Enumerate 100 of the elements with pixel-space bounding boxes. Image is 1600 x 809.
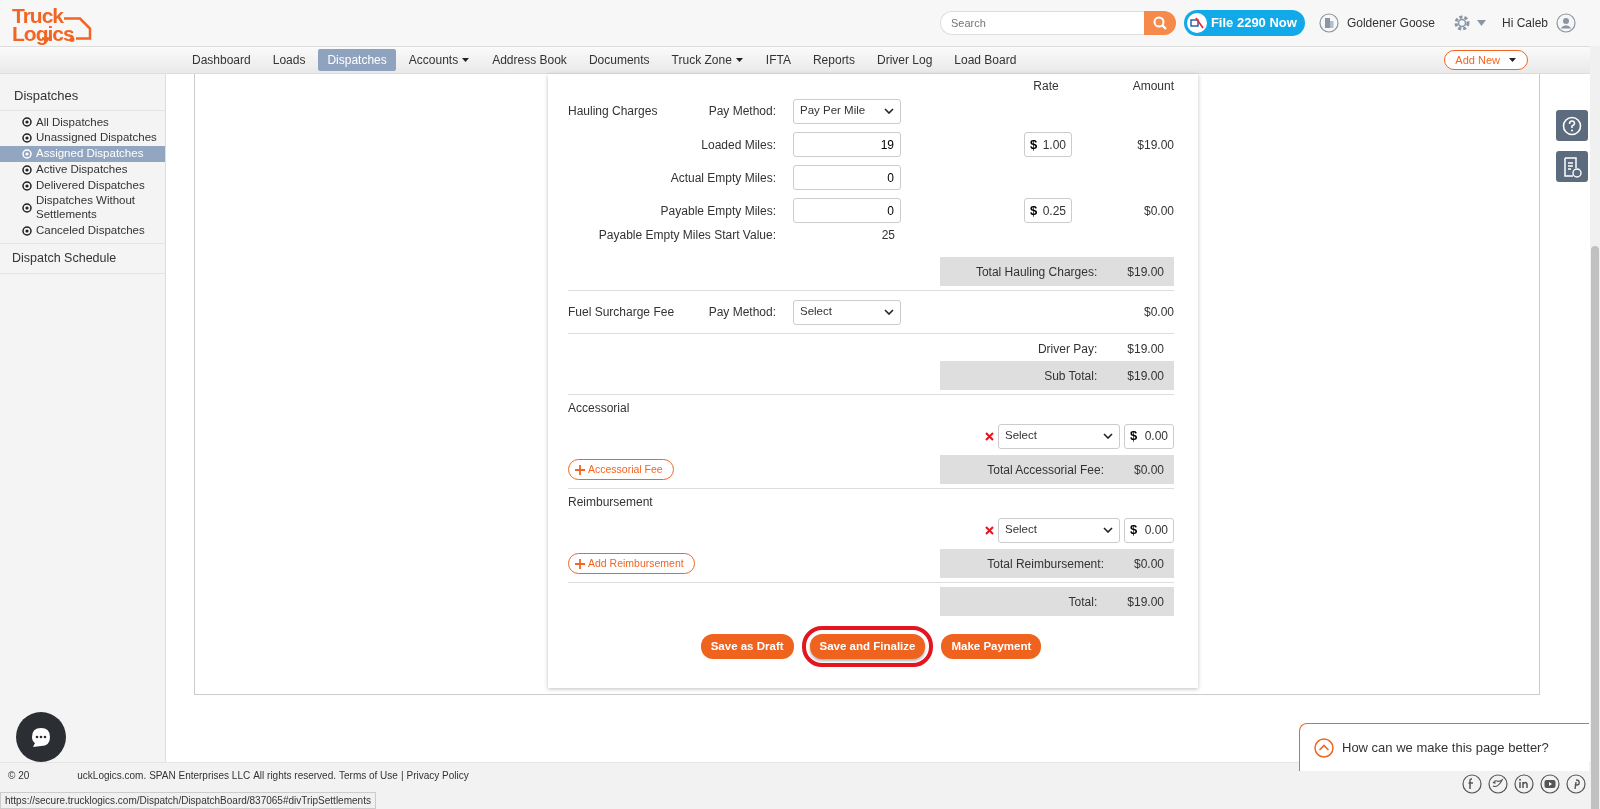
privacy-link[interactable]: Privacy Policy xyxy=(406,768,469,783)
amount-text: $19.00 xyxy=(1136,136,1174,154)
sidebar-item[interactable]: Dispatches Without Settlements xyxy=(0,193,165,224)
nav-tab[interactable]: Loads xyxy=(263,49,315,71)
select-field[interactable]: Pay Per Mile xyxy=(793,98,901,124)
sidebar-item[interactable]: Active Dispatches xyxy=(0,161,165,178)
greeting: Hi Caleb xyxy=(1501,15,1548,32)
radio-icon xyxy=(22,180,32,191)
total-label: Total Hauling Charges: xyxy=(974,263,1099,281)
amount-text: $0.00 xyxy=(1142,304,1174,321)
section-label: Accessorial xyxy=(568,400,630,417)
copyright-text: All rights reserved. xyxy=(253,769,336,783)
social-icon[interactable] xyxy=(1566,774,1586,794)
caret-icon xyxy=(1508,57,1517,63)
user-avatar-icon[interactable] xyxy=(1556,13,1576,33)
total-label: Total Reimbursement: xyxy=(986,555,1105,573)
nav-tab[interactable]: Address Book xyxy=(483,49,576,71)
input-field[interactable]: 0 xyxy=(793,198,901,223)
document-clock-icon xyxy=(1562,155,1582,178)
field-label: Actual Empty Miles: xyxy=(669,169,776,187)
nav-tab[interactable]: Load Board xyxy=(945,49,1026,71)
total-amount: $19.00 xyxy=(1127,367,1164,385)
field-label: Payable Empty Miles: xyxy=(659,202,776,220)
nav-tab[interactable]: IFTA xyxy=(756,49,800,71)
company-name: Goldener Goose xyxy=(1346,15,1435,32)
search-button[interactable] xyxy=(1143,11,1176,35)
nav-tab[interactable]: Truck Zone xyxy=(662,49,753,71)
radio-icon xyxy=(22,149,32,159)
total-label: Sub Total: xyxy=(1043,367,1099,385)
company-link[interactable]: SPAN Enterprises LLC xyxy=(149,768,251,783)
sidebar-item[interactable]: Unassigned Dispatches xyxy=(0,130,165,147)
social-icon[interactable] xyxy=(1462,774,1482,794)
field-label: Payable Empty Miles Start Value: xyxy=(597,227,776,244)
scrollbar-thumb[interactable] xyxy=(1591,246,1599,809)
chevron-icon xyxy=(1103,433,1113,439)
help-icon xyxy=(1562,115,1582,136)
notes-button[interactable] xyxy=(1556,151,1588,182)
total-label: Total Accessorial Fee: xyxy=(986,461,1105,479)
total-amount: $19.00 xyxy=(1127,341,1165,358)
total-amount: $0.00 xyxy=(1133,461,1164,479)
search-icon xyxy=(1152,16,1167,30)
chevron-up-icon[interactable] xyxy=(1314,737,1334,758)
nav-tab[interactable]: Accounts xyxy=(399,49,480,71)
total-label: Total: xyxy=(1067,593,1099,611)
radio-icon xyxy=(22,164,32,175)
select-field[interactable]: Select xyxy=(998,517,1120,543)
chevron-icon xyxy=(884,309,894,315)
field-label: Pay Method: xyxy=(707,304,776,321)
sidebar-item[interactable]: Delivered Dispatches xyxy=(0,177,165,194)
nav-tab[interactable]: Documents xyxy=(579,49,659,71)
sidebar-heading: Dispatches xyxy=(0,74,165,111)
section-label: Hauling Charges xyxy=(568,103,659,120)
rate-field[interactable]: $ 0.00 xyxy=(1124,423,1174,449)
chevron-icon xyxy=(1103,527,1113,533)
social-icon[interactable] xyxy=(1514,774,1534,794)
chevron-icon xyxy=(884,108,894,114)
terms-link[interactable]: Terms of Use xyxy=(339,768,398,783)
amount-text: $0.00 xyxy=(1142,202,1174,220)
plus-icon xyxy=(575,464,585,475)
input-field[interactable]: 0 xyxy=(793,165,901,190)
caret-icon xyxy=(1476,20,1486,26)
field-label: Loaded Miles: xyxy=(700,136,776,154)
total-amount: $19.00 xyxy=(1127,593,1164,611)
feedback-text: How can we make this page better? xyxy=(1342,738,1549,757)
section-label: Reimbursement xyxy=(568,494,653,511)
rate-field[interactable]: $ 0.00 xyxy=(1124,517,1174,543)
remove-icon[interactable] xyxy=(985,431,994,441)
value-text: 25 xyxy=(880,227,896,244)
select-field[interactable]: Select xyxy=(998,423,1120,449)
total-amount: $0.00 xyxy=(1133,555,1164,573)
total-amount: $19.00 xyxy=(1127,263,1164,281)
building-icon xyxy=(1318,13,1339,33)
column-header: Amount xyxy=(1131,78,1174,95)
select-field[interactable]: Select xyxy=(793,299,901,325)
rate-field[interactable]: $ 1.00 xyxy=(1024,132,1072,157)
search-field[interactable]: Search xyxy=(939,11,1144,35)
social-icon[interactable] xyxy=(1540,774,1560,794)
total-label: Driver Pay: xyxy=(1037,341,1099,358)
section-label: Fuel Surcharge Fee xyxy=(568,304,676,321)
copyright-text: © 20 xyxy=(8,769,30,783)
social-icon[interactable] xyxy=(1488,774,1508,794)
sidebar-item[interactable]: All Dispatches xyxy=(0,114,165,131)
nav-tab[interactable]: Dashboard xyxy=(183,49,260,71)
sidebar-item[interactable]: Dispatch Schedule xyxy=(0,242,165,274)
status-url: https://secure.trucklogics.com/Dispatch/DispatchBoard/837065#divTripSettlements xyxy=(0,792,376,809)
nav-tab[interactable]: Reports xyxy=(803,49,864,71)
separator-text: | xyxy=(400,769,404,783)
input-field[interactable]: 19 xyxy=(793,132,901,157)
nav-tab[interactable]: Driver Log xyxy=(867,49,942,71)
copyright-text: uckLogics.com. xyxy=(77,769,147,783)
remove-icon[interactable] xyxy=(985,525,994,535)
radio-icon xyxy=(22,203,32,214)
sidebar-item[interactable]: Canceled Dispatches xyxy=(0,223,165,239)
radio-icon xyxy=(22,133,32,144)
radio-icon xyxy=(22,117,32,128)
rate-field[interactable]: $ 0.25 xyxy=(1024,198,1072,223)
radio-icon xyxy=(22,225,32,236)
form-icon xyxy=(1186,13,1207,33)
plus-icon xyxy=(575,558,585,569)
help-button[interactable] xyxy=(1556,110,1588,141)
